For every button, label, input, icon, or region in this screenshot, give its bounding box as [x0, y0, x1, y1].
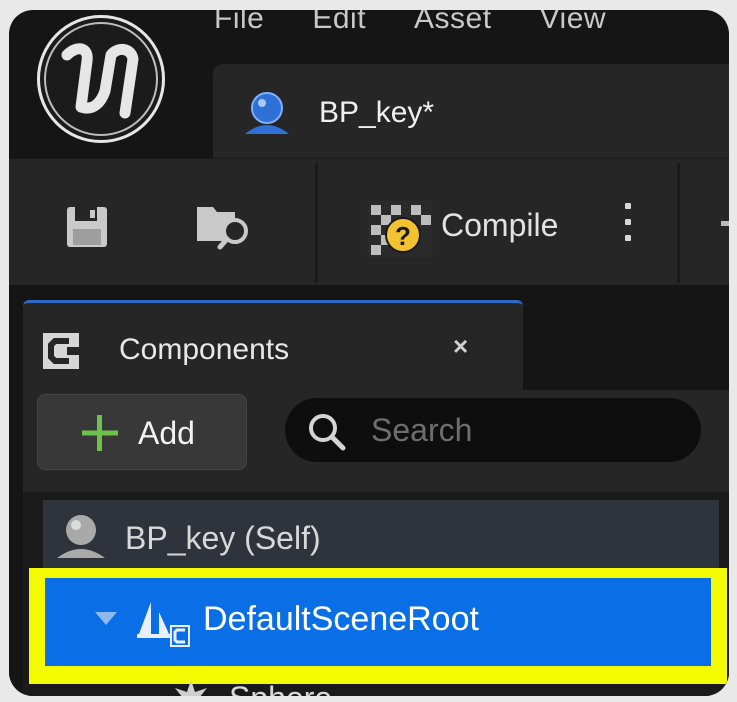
search-input[interactable] [369, 408, 673, 452]
editor-window: File Edit Asset View BP_key* ? Compile C… [9, 10, 729, 696]
blueprint-actor-icon [241, 90, 293, 143]
components-icon [41, 331, 81, 376]
search-icon [307, 412, 347, 457]
sphere-component-icon [169, 678, 213, 696]
component-search-box[interactable] [285, 398, 701, 462]
expand-arrow-icon[interactable] [95, 612, 117, 625]
tree-row-label: Sphere [229, 680, 332, 696]
document-tab-strip: BP_key* [9, 60, 729, 160]
tree-row-label: BP_key (Self) [125, 520, 321, 556]
compile-status-icon[interactable]: ? [365, 199, 435, 264]
menu-asset[interactable]: Asset [414, 10, 492, 42]
scene-component-icon [137, 598, 193, 653]
close-icon[interactable]: × [453, 331, 468, 362]
components-panel-body: Add Search BP_key (Self) DefaultSceneRoo… [23, 390, 729, 696]
save-icon[interactable] [65, 205, 109, 254]
components-panel: Components × Add Search BP_key (Self) De… [9, 286, 729, 696]
tab-components[interactable]: Components × [23, 300, 523, 393]
browse-folder-icon[interactable] [195, 199, 255, 256]
component-tree: BP_key (Self) DefaultSceneRoot [23, 492, 729, 696]
add-label: Add [138, 415, 195, 451]
blueprint-toolbar: ? Compile [9, 158, 729, 285]
actor-self-icon [51, 512, 111, 565]
menu-edit[interactable]: Edit [312, 10, 366, 42]
toolbar-separator [677, 163, 680, 283]
selection-highlight-box: DefaultSceneRoot [29, 568, 727, 684]
toolbar-separator [315, 163, 318, 283]
svg-text:?: ? [395, 221, 411, 251]
tree-row-self[interactable]: BP_key (Self) [43, 500, 719, 570]
compile-button[interactable]: Compile [441, 207, 558, 244]
tree-row-sphere[interactable]: Sphere [23, 680, 729, 696]
toolbar-overflow-icon[interactable] [721, 221, 729, 226]
main-menu-bar: File Edit Asset View [214, 10, 654, 42]
tree-row-label: DefaultSceneRoot [203, 600, 479, 638]
menu-file[interactable]: File [214, 10, 264, 42]
panel-title: Components [119, 333, 290, 366]
add-component-button[interactable]: Add [37, 394, 247, 470]
compile-options-icon[interactable] [625, 203, 631, 251]
plus-icon [78, 411, 122, 460]
tab-label: BP_key* [319, 96, 435, 129]
menu-view[interactable]: View [540, 10, 606, 42]
tab-bp-key[interactable]: BP_key* [213, 64, 729, 158]
tree-row-default-scene-root[interactable]: DefaultSceneRoot [45, 578, 711, 666]
